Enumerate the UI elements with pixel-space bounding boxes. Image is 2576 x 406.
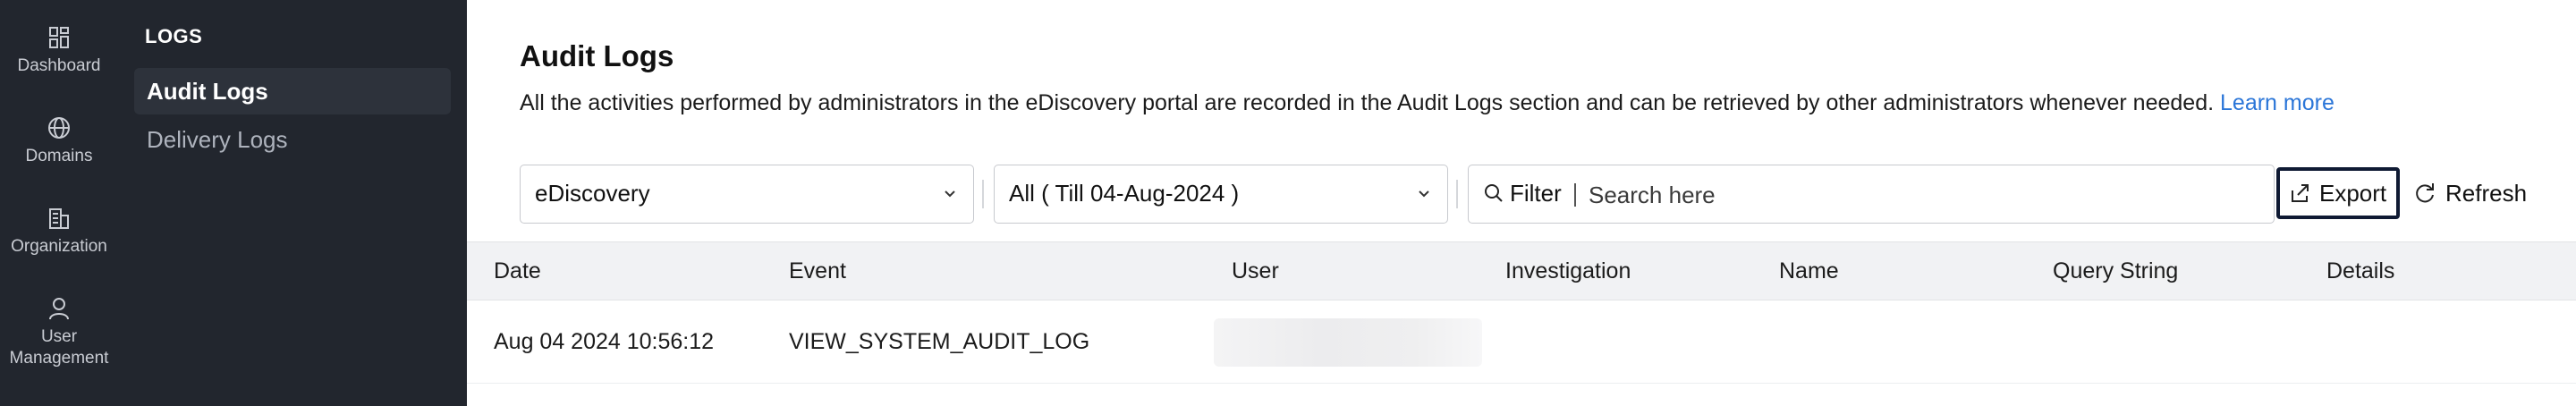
export-button[interactable]: Export [2276, 167, 2400, 219]
toolbar-divider [982, 180, 984, 208]
main-content: Audit Logs All the activities performed … [467, 0, 2576, 406]
period-select-value: All ( Till 04-Aug-2024 ) [1009, 180, 1240, 207]
description-text: All the activities performed by administ… [520, 90, 2215, 115]
icon-rail: Dashboard Domains Organization User Mana… [0, 0, 118, 406]
table-header: Date Event User Investigation Name Query… [467, 241, 2576, 300]
refresh-icon [2416, 183, 2434, 203]
search-box: Filter [1468, 165, 2275, 224]
refresh-button[interactable]: Refresh [2413, 167, 2527, 219]
page-description: All the activities performed by administ… [520, 90, 2334, 116]
globe-icon [48, 117, 70, 139]
module-select-value: eDiscovery [535, 180, 650, 207]
learn-more-link[interactable]: Learn more [2220, 90, 2334, 115]
page-title: Audit Logs [520, 39, 674, 72]
subnav-item-audit-logs[interactable]: Audit Logs [134, 68, 451, 114]
search-icon [1485, 184, 1503, 202]
export-label: Export [2319, 180, 2387, 207]
rail-item-organization[interactable]: Organization [0, 204, 118, 258]
chevron-down-icon [943, 165, 957, 242]
search-input[interactable] [1587, 173, 2252, 217]
rail-label-dashboard: Dashboard [17, 56, 101, 75]
filter-divider [1574, 183, 1576, 207]
chevron-down-icon [1417, 165, 1431, 242]
rail-label-user: User [40, 327, 78, 346]
module-select[interactable]: eDiscovery [520, 165, 974, 224]
toolbar-divider [1456, 180, 1458, 208]
period-select[interactable]: All ( Till 04-Aug-2024 ) [994, 165, 1448, 224]
column-header-name[interactable]: Name [1779, 242, 1839, 300]
user-icon [49, 298, 69, 320]
table-row[interactable]: Aug 04 2024 10:56:12 VIEW_SYSTEM_AUDIT_L… [467, 300, 2576, 384]
cell-date: Aug 04 2024 10:56:12 [494, 329, 715, 354]
export-icon [2292, 184, 2309, 202]
filter-label: Filter [1510, 180, 1562, 207]
rail-label-organization: Organization [11, 237, 107, 256]
cell-user-redacted [1214, 318, 1482, 367]
building-icon [49, 208, 69, 229]
column-header-user[interactable]: User [1232, 242, 1279, 300]
column-header-event[interactable]: Event [789, 242, 846, 300]
column-header-date[interactable]: Date [494, 242, 541, 300]
rail-item-user-management[interactable]: User Management [0, 294, 118, 369]
rail-item-dashboard[interactable]: Dashboard [0, 23, 118, 77]
cell-event: VIEW_SYSTEM_AUDIT_LOG [789, 329, 1090, 354]
column-header-details[interactable]: Details [2326, 242, 2394, 300]
refresh-label: Refresh [2445, 180, 2528, 207]
grid-icon [49, 27, 69, 48]
rail-item-domains[interactable]: Domains [0, 114, 118, 167]
subnav-item-delivery-logs[interactable]: Delivery Logs [134, 116, 451, 163]
rail-label-domains: Domains [25, 147, 93, 165]
column-header-investigation[interactable]: Investigation [1505, 242, 1631, 300]
subnav-heading: LOGS [145, 25, 203, 47]
column-header-query-string[interactable]: Query String [2053, 242, 2178, 300]
filter-dropdown[interactable]: Filter [1483, 165, 1562, 222]
rail-label-management: Management [9, 349, 109, 368]
logs-subnav: LOGS Audit Logs Delivery Logs [118, 0, 467, 406]
